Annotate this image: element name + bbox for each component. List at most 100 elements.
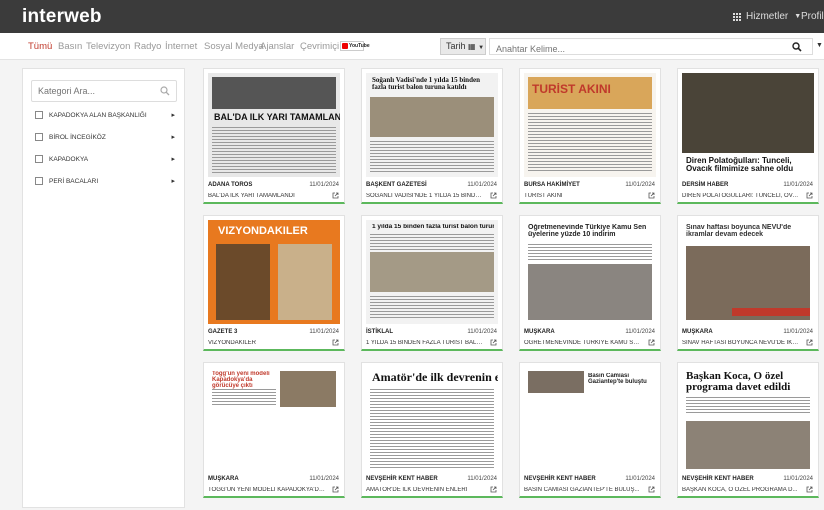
- external-link-icon[interactable]: [332, 192, 339, 199]
- news-card[interactable]: Amatör'de ilk devrenin enleri NEVŞEHİR K…: [361, 362, 503, 498]
- news-title[interactable]: BAL'DA İLK YARI TAMAMLANDI: [208, 193, 326, 199]
- news-source: ADANA TOROS: [208, 182, 253, 188]
- news-thumbnail[interactable]: TURİST AKINI: [524, 73, 656, 177]
- category-label: BİROL İNCEGİKÖZ: [49, 133, 106, 141]
- news-title[interactable]: TOGG'UN YENİ MODELİ KAPADOKYA'DA...: [208, 487, 326, 493]
- external-link-icon[interactable]: [332, 339, 339, 346]
- search-icon[interactable]: [792, 42, 802, 52]
- external-link-icon[interactable]: [490, 339, 497, 346]
- checkbox[interactable]: [35, 111, 43, 119]
- chevron-down-icon[interactable]: ▼: [816, 42, 823, 49]
- tab-agencies[interactable]: Ajanslar: [260, 41, 294, 52]
- news-date: 11/01/2024: [625, 476, 655, 482]
- news-thumbnail[interactable]: Diren Polatoğulları: Tunceli, Ovacık fil…: [682, 73, 814, 177]
- external-link-icon[interactable]: [490, 486, 497, 493]
- checkbox[interactable]: [35, 155, 43, 163]
- news-source: NEVŞEHİR KENT HABER: [524, 476, 596, 482]
- news-thumbnail[interactable]: Soğanlı Vadisi'nde 1 yılda 15 binden faz…: [366, 73, 498, 177]
- news-title[interactable]: SOĞANLI VADİSİ'NDE 1 YILDA 15 BİNDEN ...: [366, 193, 484, 199]
- thumb-headline: VİZYONDAKİLER: [218, 226, 308, 237]
- news-date: 11/01/2024: [783, 476, 813, 482]
- checkbox[interactable]: [35, 177, 43, 185]
- external-link-icon[interactable]: [806, 486, 813, 493]
- external-link-icon[interactable]: [648, 486, 655, 493]
- date-filter-button[interactable]: Tarih ▦ ▼: [440, 38, 486, 55]
- news-card[interactable]: Başkan Koca, O özel programa davet edild…: [677, 362, 819, 498]
- news-source: NEVŞEHİR KENT HABER: [366, 476, 438, 482]
- date-button-label: Tarih: [446, 41, 466, 51]
- tab-all[interactable]: Tümü: [28, 41, 52, 52]
- news-card[interactable]: VİZYONDAKİLER GAZETE 3 11/01/2024 VİZYON…: [203, 215, 345, 351]
- news-thumbnail[interactable]: Togg'un yeni modeli Kapadokya'da görücüy…: [208, 367, 340, 471]
- news-thumbnail[interactable]: 1 yılda 15 binden fazla turist balon tur…: [366, 220, 498, 324]
- category-item[interactable]: KAPADOKYA ALAN BAŞKANLIĞI ▸: [35, 109, 175, 121]
- news-card[interactable]: Togg'un yeni modeli Kapadokya'da görücüy…: [203, 362, 345, 498]
- tab-online[interactable]: Çevrimiçi: [300, 41, 339, 52]
- thumb-headline: Diren Polatoğulları: Tunceli, Ovacık fil…: [686, 157, 794, 173]
- checkbox[interactable]: [35, 133, 43, 141]
- tab-press[interactable]: Basın: [58, 41, 82, 52]
- external-link-icon[interactable]: [648, 339, 655, 346]
- tab-radio[interactable]: Radyo: [134, 41, 161, 52]
- news-card[interactable]: BAL'DA İLK YARI TAMAMLANDI ADANA TOROS 1…: [203, 68, 345, 204]
- news-card[interactable]: Basın Camiası Gaziantep'te buluştu NEVŞE…: [519, 362, 661, 498]
- news-card[interactable]: Sınav haftası boyunca NEVÜ'de ikramlar d…: [677, 215, 819, 351]
- news-source: NEVŞEHİR KENT HABER: [682, 476, 754, 482]
- news-date: 11/01/2024: [783, 182, 813, 188]
- chevron-right-icon[interactable]: ▸: [171, 111, 175, 119]
- chevron-right-icon[interactable]: ▸: [171, 133, 175, 141]
- news-title[interactable]: TURİST AKINI: [524, 193, 642, 199]
- news-title[interactable]: BAŞKAN KOCA, O ÖZEL PROGRAMA D...: [682, 487, 800, 493]
- news-thumbnail[interactable]: BAL'DA İLK YARI TAMAMLANDI: [208, 73, 340, 177]
- tab-social-media[interactable]: Sosyal Medya: [204, 41, 264, 52]
- news-title[interactable]: BASIN CAMİASI GAZİANTEP'TE BULUŞ...: [524, 487, 642, 493]
- news-thumbnail[interactable]: Öğretmenevinde Türkiye Kamu Sen üyelerin…: [524, 220, 656, 324]
- chevron-down-icon: ▼: [478, 45, 485, 51]
- news-thumbnail[interactable]: Başkan Koca, O özel programa davet edild…: [682, 367, 814, 471]
- news-source: MUŞKARA: [208, 476, 239, 482]
- news-source: DERSİM HABER: [682, 182, 729, 188]
- tab-internet[interactable]: İnternet: [165, 41, 197, 52]
- news-card[interactable]: Diren Polatoğulları: Tunceli, Ovacık fil…: [677, 68, 819, 204]
- news-card[interactable]: Soğanlı Vadisi'nde 1 yılda 15 binden faz…: [361, 68, 503, 204]
- category-item[interactable]: BİROL İNCEGİKÖZ ▸: [35, 131, 175, 143]
- news-card[interactable]: Öğretmenevinde Türkiye Kamu Sen üyelerin…: [519, 215, 661, 351]
- brand-logo[interactable]: interweb: [22, 6, 102, 28]
- news-date: 11/01/2024: [625, 182, 655, 188]
- news-title[interactable]: SINAV HAFTASI BOYUNCA NEVÜ'DE İKR...: [682, 340, 800, 346]
- category-item[interactable]: PERİ BACALARI ▸: [35, 175, 175, 187]
- news-date: 11/01/2024: [467, 182, 497, 188]
- external-link-icon[interactable]: [806, 192, 813, 199]
- chevron-right-icon[interactable]: ▸: [171, 177, 175, 185]
- profile-menu[interactable]: Profil: [801, 11, 824, 22]
- news-card[interactable]: 1 yılda 15 binden fazla turist balon tur…: [361, 215, 503, 351]
- category-search-input[interactable]: [32, 81, 152, 101]
- news-date: 11/01/2024: [467, 476, 497, 482]
- news-thumbnail[interactable]: Amatör'de ilk devrenin enleri: [366, 367, 498, 471]
- news-title[interactable]: 1 YILDA 15 BİNDEN FAZLA TURİST BALO...: [366, 340, 484, 346]
- services-menu[interactable]: Hizmetler ▼: [733, 11, 801, 22]
- keyword-search-input[interactable]: [490, 41, 780, 57]
- keyword-search: [489, 38, 813, 57]
- thumb-headline: Sınav haftası boyunca NEVÜ'de ikramlar d…: [686, 224, 792, 238]
- news-title[interactable]: VİZYONDAKİLER: [208, 340, 326, 346]
- filter-bar: Tümü Basın Televizyon Radyo İnternet Sos…: [0, 33, 824, 60]
- external-link-icon[interactable]: [806, 339, 813, 346]
- external-link-icon[interactable]: [332, 486, 339, 493]
- news-date: 11/01/2024: [309, 182, 339, 188]
- news-card[interactable]: TURİST AKINI BURSA HAKİMİYET 11/01/2024 …: [519, 68, 661, 204]
- external-link-icon[interactable]: [490, 192, 497, 199]
- news-thumbnail[interactable]: VİZYONDAKİLER: [208, 220, 340, 324]
- external-link-icon[interactable]: [648, 192, 655, 199]
- category-label: KAPADOKYA: [49, 155, 89, 163]
- news-title[interactable]: DİREN POLATOĞULLARI: TUNCELİ, OVA...: [682, 193, 800, 199]
- category-item[interactable]: KAPADOKYA ▸: [35, 153, 175, 165]
- news-thumbnail[interactable]: Basın Camiası Gaziantep'te buluştu: [524, 367, 656, 471]
- news-title[interactable]: AMATÖR'DE İLK DEVRENİN ENLERİ: [366, 487, 484, 493]
- grid-icon: [733, 12, 741, 21]
- chevron-right-icon[interactable]: ▸: [171, 155, 175, 163]
- news-title[interactable]: ÖĞRETMENEVİNDE TÜRKİYE KAMU SEN...: [524, 340, 642, 346]
- youtube-icon[interactable]: YouTube: [340, 41, 370, 51]
- tab-television[interactable]: Televizyon: [86, 41, 130, 52]
- news-thumbnail[interactable]: Sınav haftası boyunca NEVÜ'de ikramlar d…: [682, 220, 814, 324]
